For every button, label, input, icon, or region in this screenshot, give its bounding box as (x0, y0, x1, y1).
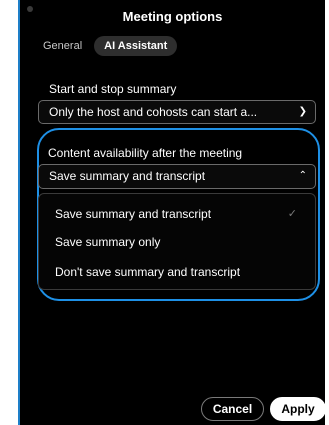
tab-ai-assistant[interactable]: AI Assistant (94, 36, 178, 56)
checkmark-icon: ✓ (287, 208, 297, 220)
start-stop-summary-label: Start and stop summary (49, 82, 177, 96)
option-label: Save summary only (55, 235, 161, 249)
content-availability-select[interactable]: Save summary and transcript ⌃ (38, 164, 316, 189)
meeting-options-window: Meeting options General AI Assistant Sta… (18, 0, 326, 425)
tab-bar: General AI Assistant (37, 36, 178, 56)
option-save-summary-and-transcript[interactable]: Save summary and transcript ✓ (55, 204, 307, 224)
start-stop-summary-select[interactable]: Only the host and cohosts can start a...… (38, 100, 316, 124)
chevron-down-icon: ❯ (298, 106, 307, 117)
tab-general[interactable]: General (37, 36, 88, 56)
content-availability-label: Content availability after the meeting (48, 146, 243, 160)
window-title: Meeting options (122, 9, 223, 24)
apply-button[interactable]: Apply (270, 397, 326, 421)
content-availability-dropdown: Save summary and transcript ✓ Save summa… (38, 193, 316, 290)
option-label: Save summary and transcript (55, 207, 212, 221)
option-label: Don't save summary and transcript (55, 265, 241, 279)
start-stop-summary-value: Only the host and cohosts can start a... (49, 105, 258, 119)
option-save-summary-only[interactable]: Save summary only (55, 232, 307, 252)
cancel-button[interactable]: Cancel (201, 397, 264, 421)
option-dont-save[interactable]: Don't save summary and transcript (55, 262, 307, 282)
chevron-up-icon: ⌃ (298, 170, 307, 181)
content-availability-value: Save summary and transcript (49, 169, 206, 183)
